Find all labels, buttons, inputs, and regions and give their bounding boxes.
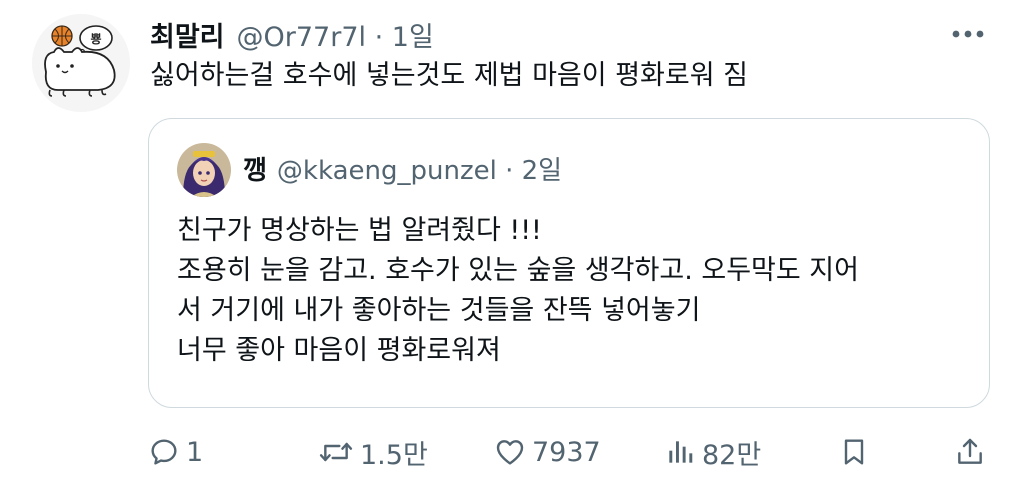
quoted-text-line: 친구가 명상하는 법 알려줬다 !!!	[177, 215, 542, 246]
views-button[interactable]: 82만	[664, 430, 761, 474]
view-count: 82만	[702, 439, 762, 471]
like-button[interactable]: 7937	[494, 430, 601, 474]
quoted-tweet[interactable]: 깽 @kkaeng_punzel · 2일 친구가 명상하는 법 알려줬다 !!…	[148, 118, 990, 408]
quoted-author-avatar[interactable]	[177, 143, 231, 197]
author-handle-timestamp[interactable]: @Or77r7l · 1일	[237, 15, 434, 54]
heart-icon	[496, 440, 524, 465]
share-icon	[958, 438, 982, 464]
bookmark-button[interactable]	[838, 430, 870, 474]
quoted-text-line: 조용히 눈을 감고. 호수가 있는 숲을 생각하고. 오두막도 지어	[177, 255, 859, 286]
retweet-count: 1.5만	[360, 439, 428, 471]
quoted-tweet-text: 친구가 명상하는 법 알려줬다 !!! 조용히 눈을 감고. 호수가 있는 숲을…	[177, 211, 859, 371]
author-name[interactable]: 최말리	[150, 15, 225, 54]
quoted-author-name[interactable]: 깽	[243, 150, 267, 187]
quoted-tweet-header: 깽 @kkaeng_punzel · 2일	[243, 150, 562, 187]
analytics-icon	[669, 441, 693, 463]
tweet[interactable]: 뿅 최말리 @Or77r7l · 1일 싫어하는걸 호수에 넣는것도 제법 마음…	[0, 0, 1024, 478]
retweet-icon	[319, 442, 353, 462]
bookmark-icon	[844, 439, 864, 465]
tweet-text: 싫어하는걸 호수에 넣는것도 제법 마음이 평화로워 짐	[150, 60, 748, 91]
retweet-button[interactable]: 1.5만	[318, 430, 428, 474]
quoted-text-line: 서 거기에 내가 좋아하는 것들을 잔뜩 넣어놓기	[177, 295, 701, 326]
cat-avatar-icon: 뿅	[32, 14, 130, 112]
avatar-thought-text: 뿅	[90, 32, 101, 46]
share-button[interactable]	[954, 430, 986, 474]
tweet-header: 최말리 @Or77r7l · 1일	[150, 14, 434, 54]
reply-count: 1	[186, 436, 204, 468]
like-count: 7937	[532, 436, 601, 468]
reply-icon	[151, 439, 177, 465]
quoted-text-line: 너무 좋아 마음이 평화로워져	[177, 335, 501, 366]
reply-button[interactable]: 1	[148, 430, 203, 474]
more-options-icon[interactable]	[948, 24, 988, 44]
tweet-actions-bar: 1 1.5만 7937 82만	[148, 430, 990, 474]
anime-avatar-icon	[177, 143, 231, 197]
quoted-author-handle-timestamp[interactable]: @kkaeng_punzel · 2일	[277, 150, 562, 187]
author-avatar[interactable]: 뿅	[32, 14, 130, 112]
